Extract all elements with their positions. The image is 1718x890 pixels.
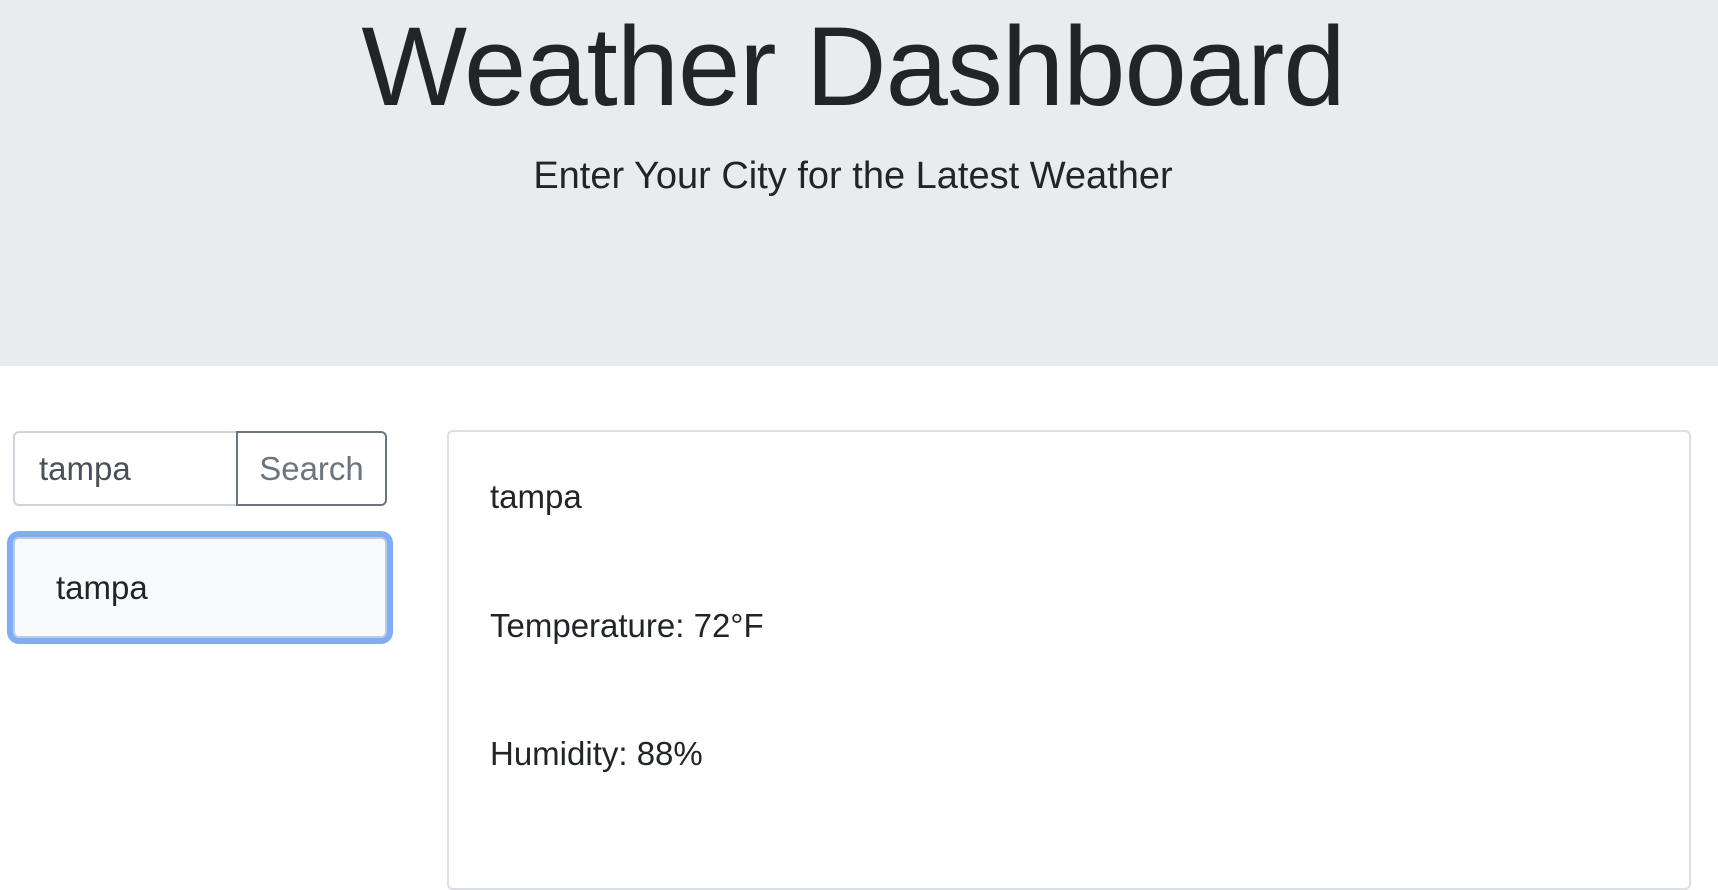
page-subtitle: Enter Your City for the Latest Weather (533, 155, 1173, 197)
search-group: Search (13, 431, 387, 506)
search-button[interactable]: Search (236, 431, 387, 506)
weather-humidity: Humidity: 88% (490, 735, 703, 772)
search-history-item[interactable]: tampa (13, 537, 387, 638)
weather-temperature: Temperature: 72°F (490, 607, 764, 644)
city-search-input[interactable] (13, 431, 236, 506)
weather-card: tampa Temperature: 72°F Humidity: 88% (447, 430, 1691, 890)
page-title: Weather Dashboard (361, 4, 1345, 129)
header-jumbotron: Weather Dashboard Enter Your City for th… (0, 0, 1718, 366)
weather-city-name: tampa (490, 478, 582, 515)
